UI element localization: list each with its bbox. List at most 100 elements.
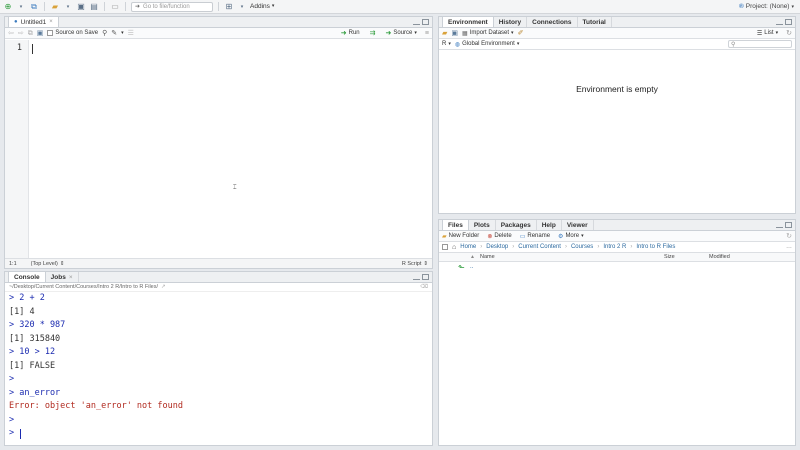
tab-untitled1[interactable]: ● Untitled1 ×	[8, 16, 59, 27]
tab-help[interactable]: Help	[537, 220, 562, 230]
breadcrumb-intro-to-r-files[interactable]: Intro to R Files	[636, 244, 675, 250]
run-button[interactable]: ➜ Run	[341, 29, 360, 37]
tab-tutorial[interactable]: Tutorial	[578, 17, 612, 27]
maximize-icon[interactable]	[785, 19, 792, 25]
breadcrumb-home[interactable]: Home	[460, 244, 476, 250]
chevron-down-icon[interactable]: ▾	[121, 30, 124, 36]
files-window-controls	[776, 222, 792, 228]
new-folder-icon: ▰	[442, 233, 447, 240]
column-size[interactable]: Size	[664, 254, 675, 260]
broom-icon[interactable]: ✐	[518, 30, 524, 37]
breadcrumb-current-content[interactable]: Current Content	[518, 244, 561, 250]
list-icon: ☰	[756, 30, 763, 37]
new-folder-button[interactable]: ▰ New Folder	[442, 233, 479, 240]
refresh-icon[interactable]: ↻	[786, 233, 792, 240]
more-path-icon[interactable]: …	[786, 244, 792, 250]
save-icon[interactable]: ▣	[76, 2, 86, 12]
environment-scope-selector[interactable]: ◍ Global Environment ▾	[455, 41, 519, 48]
rename-label: Rename	[527, 233, 551, 239]
back-arrow-icon[interactable]: ⇦	[8, 30, 14, 37]
refresh-icon[interactable]: ↻	[786, 30, 792, 37]
source-on-save-label: Source on Save	[55, 30, 99, 36]
delete-button[interactable]: ⊗ Delete	[487, 233, 511, 240]
panes-dropdown-icon[interactable]: ▾	[237, 2, 247, 12]
tab-history[interactable]: History	[494, 17, 528, 27]
maximize-icon[interactable]	[785, 222, 792, 228]
main-toolbar: ⊕ ▾ ⧉ ▰ ▾ ▣ ▤ ▭ ➜ Go to file/function ⊞ …	[0, 0, 800, 14]
tab-packages[interactable]: Packages	[496, 220, 537, 230]
import-dataset-button[interactable]: ▦ Import Dataset ▾	[462, 30, 514, 37]
maximize-icon[interactable]	[422, 19, 429, 25]
file-type-label: R Script	[401, 260, 422, 267]
outline-icon[interactable]: ≡	[425, 30, 429, 37]
code-tools-wand-icon[interactable]: ✎	[111, 30, 117, 37]
project-menu[interactable]: ® Project: (None) ▾	[739, 3, 797, 10]
column-modified[interactable]: Modified	[709, 254, 730, 260]
workspace-panes-icon[interactable]: ⊞	[224, 2, 234, 12]
go-to-directory-icon[interactable]: ↗	[161, 284, 166, 290]
search-icon[interactable]: ⚲	[102, 30, 107, 37]
environment-scope-bar: R ▾ ◍ Global Environment ▾ ⚲	[439, 39, 795, 50]
rename-button[interactable]: ▭ Rename	[520, 233, 550, 240]
environment-search-input[interactable]: ⚲	[728, 40, 792, 48]
open-file-icon[interactable]: ▰	[50, 2, 60, 12]
breadcrumb-desktop[interactable]: Desktop	[486, 244, 508, 250]
new-project-icon[interactable]: ⧉	[29, 2, 39, 12]
source-arrow-icon: ➜	[385, 30, 392, 37]
source-on-save-toggle[interactable]: Source on Save	[47, 30, 98, 36]
tab-console[interactable]: Console	[8, 271, 46, 282]
source-label: Source	[393, 30, 413, 36]
scope-selector[interactable]: (Top Level) ⇕	[31, 261, 65, 267]
select-all-checkbox[interactable]	[442, 244, 448, 250]
more-label: More	[565, 233, 580, 239]
close-icon[interactable]: ×	[69, 274, 73, 281]
list-label: List	[764, 30, 774, 36]
breadcrumb-courses[interactable]: Courses	[571, 244, 593, 250]
addins-menu[interactable]: Addins ▾	[250, 3, 274, 10]
console-output[interactable]: > 2 + 2 [1] 4 > 320 * 987 [1] 315840 > 10 > …	[5, 292, 432, 441]
column-name[interactable]: Name	[480, 254, 495, 260]
open-dropdown-icon[interactable]: ▾	[63, 2, 73, 12]
language-selector[interactable]: R ▾	[442, 41, 451, 47]
tab-files[interactable]: Files	[442, 219, 469, 230]
save-workspace-icon[interactable]: ▣	[451, 30, 458, 37]
tab-environment[interactable]: Environment	[442, 16, 494, 27]
rerun-icon[interactable]: ⇉	[370, 29, 376, 37]
code-area[interactable]	[30, 40, 432, 258]
load-workspace-icon[interactable]: ▰	[442, 30, 447, 37]
new-file-icon[interactable]: ⊕	[3, 2, 13, 12]
home-icon[interactable]: ⌂	[452, 244, 456, 251]
save-all-icon[interactable]: ▤	[89, 2, 99, 12]
minimize-icon[interactable]	[776, 23, 783, 25]
maximize-icon[interactable]	[422, 274, 429, 280]
new-file-dropdown-icon[interactable]: ▾	[16, 2, 26, 12]
forward-arrow-icon[interactable]: ⇨	[18, 30, 24, 37]
minimize-icon[interactable]	[413, 278, 420, 280]
save-icon[interactable]: ▣	[37, 30, 44, 37]
breadcrumb-intro-2-r[interactable]: Intro 2 R	[603, 244, 626, 250]
console-tabstrip: Console Jobs ×	[5, 271, 432, 283]
view-mode-selector[interactable]: ☰ List ▾	[757, 30, 778, 37]
breadcrumb-separator: ›	[630, 244, 633, 250]
clear-console-icon[interactable]: ⌫	[420, 284, 432, 290]
more-menu[interactable]: ⚙ More ▾	[558, 233, 584, 240]
show-in-window-icon[interactable]: ⧉	[28, 30, 33, 37]
tab-plots[interactable]: Plots	[469, 220, 496, 230]
file-name[interactable]: ..	[470, 264, 473, 270]
console-window-controls	[413, 274, 429, 280]
compile-report-icon[interactable]: ☰	[128, 30, 134, 37]
tab-jobs[interactable]: Jobs ×	[46, 272, 79, 282]
file-type-selector[interactable]: R Script ⇕	[402, 261, 428, 267]
source-on-save-checkbox[interactable]	[47, 30, 54, 36]
goto-file-function-input[interactable]: ➜ Go to file/function	[131, 1, 213, 12]
print-icon[interactable]: ▭	[110, 2, 120, 12]
close-icon[interactable]: ×	[49, 19, 53, 25]
tab-viewer[interactable]: Viewer	[562, 220, 594, 230]
source-button[interactable]: ➜ Source ▾	[386, 29, 417, 37]
minimize-icon[interactable]	[413, 23, 420, 25]
tab-connections[interactable]: Connections	[527, 17, 578, 27]
table-row[interactable]: ⬑ ..	[439, 262, 795, 272]
table-icon: ▦	[462, 30, 468, 37]
toolbar-divider	[218, 2, 219, 11]
minimize-icon[interactable]	[776, 226, 783, 228]
